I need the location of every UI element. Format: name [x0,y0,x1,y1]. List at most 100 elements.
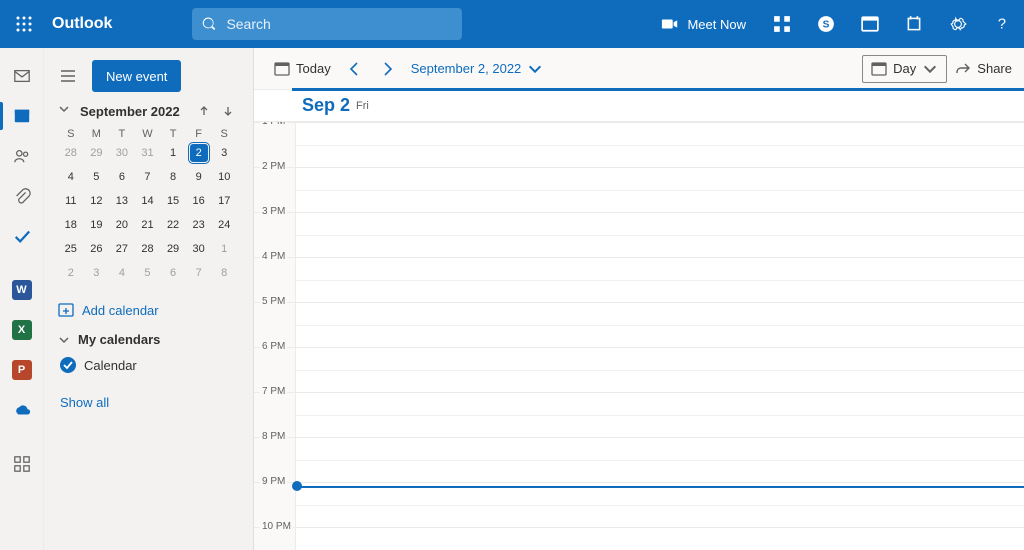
rail-people[interactable] [0,136,44,176]
waffle-icon [16,16,32,32]
new-event-button[interactable]: New event [92,60,181,92]
mini-dow: S [58,128,84,140]
hour-slot[interactable]: 4 PM [254,257,1024,258]
svg-text:S: S [823,19,830,30]
app-launcher-button[interactable] [0,0,48,48]
mini-day[interactable]: 30 [186,240,212,258]
half-hour-line [296,280,1024,281]
rail-onedrive[interactable] [0,390,44,430]
mini-day[interactable]: 18 [58,216,84,234]
chevron-down-icon [58,334,70,346]
share-button[interactable]: Share [955,61,1012,77]
collapse-nav-button[interactable] [52,60,84,92]
mini-day[interactable]: 29 [160,240,186,258]
mini-day[interactable]: 29 [84,144,110,162]
mini-day[interactable]: 19 [84,216,110,234]
mini-day[interactable]: 25 [58,240,84,258]
mini-day[interactable]: 1 [211,240,237,258]
mini-day[interactable]: 13 [109,192,135,210]
add-calendar-button[interactable]: Add calendar [58,302,239,318]
my-calendars-toggle[interactable]: My calendars [58,332,239,347]
mini-day[interactable]: 7 [186,264,212,282]
mini-day[interactable]: 15 [160,192,186,210]
mini-expand-button[interactable] [58,103,74,119]
mini-day[interactable]: 22 [160,216,186,234]
mini-dow: S [211,128,237,140]
rail-files[interactable] [0,176,44,216]
mini-day[interactable]: 12 [84,192,110,210]
mini-day[interactable]: 14 [135,192,161,210]
mini-day[interactable]: 20 [109,216,135,234]
half-hour-line [296,325,1024,326]
hour-slot[interactable]: 2 PM [254,167,1024,168]
view-selector[interactable]: Day [862,55,947,83]
rail-todo[interactable] [0,216,44,256]
mini-day[interactable]: 2 [186,144,212,162]
mini-day[interactable]: 4 [58,168,84,186]
mini-day[interactable]: 21 [135,216,161,234]
hour-slot[interactable]: 7 PM [254,392,1024,393]
mini-day[interactable]: 31 [135,144,161,162]
mini-day[interactable]: 6 [160,264,186,282]
rail-more-apps[interactable] [0,444,44,484]
next-day-button[interactable] [371,53,403,85]
hour-slot[interactable]: 3 PM [254,212,1024,213]
hour-label: 10 PM [260,521,293,532]
search-box[interactable] [192,8,462,40]
chevron-down-icon [527,61,543,77]
mini-day[interactable]: 8 [160,168,186,186]
mini-day[interactable]: 5 [84,168,110,186]
mini-day[interactable]: 1 [160,144,186,162]
rail-word[interactable]: W [0,270,44,310]
date-picker-button[interactable]: September 2, 2022 [403,53,552,85]
rail-powerpoint[interactable]: P [0,350,44,390]
mini-day[interactable]: 5 [135,264,161,282]
rail-excel[interactable]: X [0,310,44,350]
mini-day[interactable]: 30 [109,144,135,162]
mini-day[interactable]: 10 [211,168,237,186]
settings-icon-button[interactable] [936,0,980,48]
hour-slot[interactable]: 6 PM [254,347,1024,348]
teams-icon-button[interactable] [760,0,804,48]
outlook-icon-button[interactable] [848,0,892,48]
show-all-button[interactable]: Show all [60,395,243,410]
hour-slot[interactable]: 5 PM [254,302,1024,303]
rail-mail[interactable] [0,56,44,96]
mini-day[interactable]: 3 [211,144,237,162]
rail-calendar[interactable] [0,96,44,136]
hour-label: 6 PM [260,341,287,352]
today-button[interactable]: Today [266,53,339,85]
hour-slot[interactable]: 8 PM [254,437,1024,438]
mini-day[interactable]: 24 [211,216,237,234]
mini-day[interactable]: 16 [186,192,212,210]
mini-day[interactable]: 8 [211,264,237,282]
search-input[interactable] [226,16,452,32]
half-hour-line [296,460,1024,461]
help-icon-button[interactable]: ? [980,0,1024,48]
mini-next-button[interactable] [219,102,237,120]
mini-day[interactable]: 26 [84,240,110,258]
hour-slot[interactable]: 1 PM [254,122,1024,123]
skype-icon: S [817,15,835,33]
calendar-item[interactable]: Calendar [60,357,239,373]
notifications-icon-button[interactable] [892,0,936,48]
mini-day[interactable]: 27 [109,240,135,258]
mini-day[interactable]: 6 [109,168,135,186]
mini-day[interactable]: 3 [84,264,110,282]
hour-slot[interactable]: 9 PM [254,482,1024,483]
meet-now-button[interactable]: Meet Now [647,0,760,48]
mini-prev-button[interactable] [195,102,213,120]
skype-icon-button[interactable]: S [804,0,848,48]
mini-day[interactable]: 23 [186,216,212,234]
mini-day[interactable]: 28 [58,144,84,162]
mini-day[interactable]: 17 [211,192,237,210]
prev-day-button[interactable] [339,53,371,85]
mini-day[interactable]: 11 [58,192,84,210]
mini-day[interactable]: 28 [135,240,161,258]
day-grid[interactable]: 1 PM 2 PM 3 PM 4 PM 5 PM 6 PM 7 PM 8 PM 9 PM 10 P… [254,122,1024,550]
mini-day[interactable]: 4 [109,264,135,282]
mini-day[interactable]: 2 [58,264,84,282]
hour-slot[interactable]: 10 PM [254,527,1024,528]
mini-day[interactable]: 7 [135,168,161,186]
mini-day[interactable]: 9 [186,168,212,186]
